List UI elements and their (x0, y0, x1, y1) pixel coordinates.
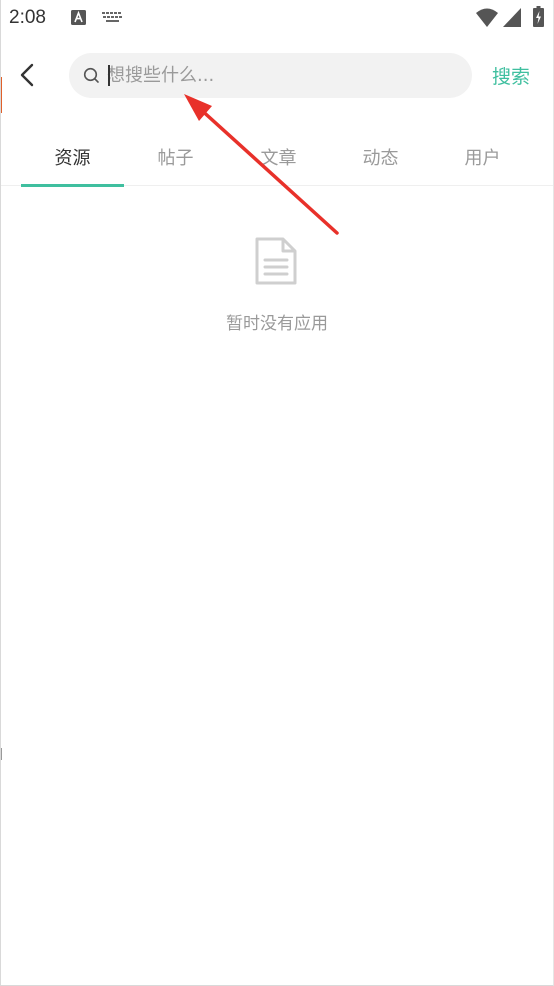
keyboard-icon (102, 12, 122, 22)
signal-icon (503, 8, 521, 27)
edge-artifact-gray (0, 748, 2, 760)
edge-artifact-orange (0, 77, 2, 113)
tab-articles[interactable]: 文章 (227, 128, 330, 186)
status-time: 2:08 (9, 7, 46, 28)
battery-charging-icon (533, 6, 544, 27)
empty-state-message: 暂时没有应用 (226, 314, 328, 334)
tab-posts[interactable]: 帖子 (124, 128, 227, 186)
tab-resources[interactable]: 资源 (21, 128, 124, 186)
tab-bar: 资源 帖子 文章 动态 用户 (0, 128, 554, 187)
status-bar: 2:08 (0, 0, 554, 38)
tab-users[interactable]: 用户 (431, 128, 534, 186)
document-icon (255, 237, 297, 285)
search-box[interactable] (69, 53, 472, 98)
wifi-icon (476, 8, 498, 27)
text-caret (108, 65, 110, 86)
tab-moments[interactable]: 动态 (329, 128, 432, 186)
search-button[interactable]: 搜索 (492, 62, 530, 89)
search-input[interactable] (107, 53, 457, 98)
a-notification-icon (71, 10, 86, 25)
search-icon (83, 67, 99, 83)
back-button[interactable] (10, 58, 44, 92)
chevron-left-icon (20, 63, 34, 87)
active-tab-indicator (21, 184, 124, 187)
